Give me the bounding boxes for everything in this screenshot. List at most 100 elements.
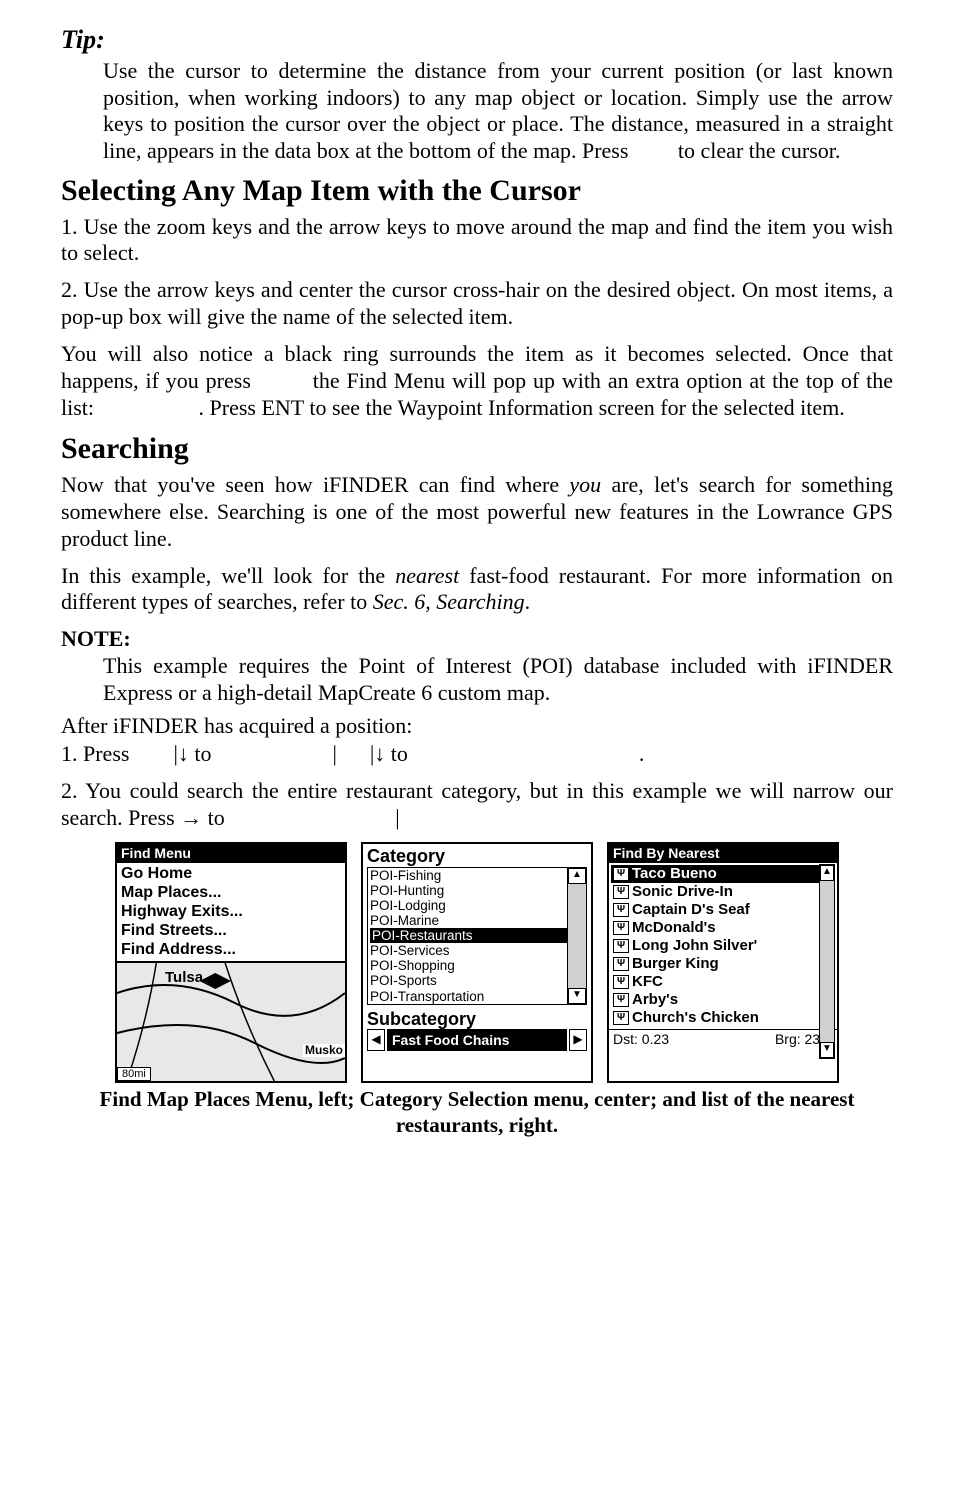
result-sonic[interactable]: Ψ Sonic Drive-In bbox=[611, 883, 835, 901]
result-arbys[interactable]: Ψ Arby's bbox=[611, 991, 835, 1009]
subcat-prev-icon[interactable]: ◀ bbox=[367, 1029, 385, 1051]
steps-line1: 1. Press |↓ to | |↓ to . bbox=[61, 741, 893, 768]
result-label: Long John Silver' bbox=[632, 937, 757, 955]
results-title: Find By Nearest bbox=[609, 844, 837, 863]
note-body: This example requires the Point of Inter… bbox=[103, 653, 893, 707]
map-scale: 80mi bbox=[117, 1067, 151, 1082]
result-mcdonalds[interactable]: Ψ McDonald's bbox=[611, 919, 835, 937]
results-scrollbar[interactable]: ▲ ▼ bbox=[819, 864, 835, 1059]
result-label: McDonald's bbox=[632, 919, 716, 937]
map-label-musko: Musko bbox=[303, 1044, 345, 1058]
restaurant-icon: Ψ bbox=[613, 993, 629, 1007]
result-long-john[interactable]: Ψ Long John Silver' bbox=[611, 937, 835, 955]
screen-category: Category POI-Fishing POI-Hunting POI-Lod… bbox=[361, 842, 593, 1083]
subcategory-heading: Subcategory bbox=[363, 1007, 591, 1030]
scroll-up-icon[interactable]: ▲ bbox=[820, 865, 834, 881]
s1-period: . bbox=[639, 741, 645, 766]
map-label-tulsa: Tulsa bbox=[165, 969, 203, 986]
section2-p2-ref: Sec. 6, Searching bbox=[373, 589, 525, 614]
section1-p2: 2. Use the arrow keys and center the cur… bbox=[61, 277, 893, 331]
s1-to1: to bbox=[189, 741, 212, 766]
restaurant-icon: Ψ bbox=[613, 1011, 629, 1025]
restaurant-icon: Ψ bbox=[613, 921, 629, 935]
figure-caption: Find Map Places Menu, left; Category Sel… bbox=[77, 1087, 877, 1138]
right-arrow-icon: → bbox=[180, 805, 202, 830]
result-label: Captain D's Seaf bbox=[632, 901, 750, 919]
section1-p1: 1. Use the zoom keys and the arrow keys … bbox=[61, 214, 893, 268]
cat-item-hunting[interactable]: POI-Hunting bbox=[370, 883, 584, 898]
menu-item-go-home[interactable]: Go Home bbox=[121, 865, 341, 884]
scroll-down-icon[interactable]: ▼ bbox=[820, 1042, 834, 1058]
down-arrow-icon: ↓ bbox=[178, 741, 189, 766]
cat-item-lodging[interactable]: POI-Lodging bbox=[370, 898, 584, 913]
menu-item-find-streets[interactable]: Find Streets... bbox=[121, 922, 341, 941]
restaurant-icon: Ψ bbox=[613, 903, 629, 917]
status-distance: Dst: 0.23 bbox=[613, 1031, 669, 1047]
steps-intro: After iFINDER has acquired a position: bbox=[61, 713, 893, 740]
s1-to2: to bbox=[385, 741, 408, 766]
result-label: Sonic Drive-In bbox=[632, 883, 733, 901]
subcat-next-icon[interactable]: ▶ bbox=[569, 1029, 587, 1051]
map-preview: Tulsa Musko 80mi bbox=[117, 961, 345, 1081]
find-menu-title: Find Menu bbox=[117, 844, 345, 863]
section2-p1: Now that you've seen how iFINDER can fin… bbox=[61, 472, 893, 552]
cat-item-services[interactable]: POI-Services bbox=[370, 943, 584, 958]
section2-p1-you: you bbox=[569, 472, 601, 497]
result-taco-bueno[interactable]: Ψ Taco Bueno bbox=[611, 865, 835, 883]
category-listbox[interactable]: POI-Fishing POI-Hunting POI-Lodging POI-… bbox=[367, 867, 587, 1005]
result-label: Burger King bbox=[632, 955, 719, 973]
find-menu-list: Go Home Map Places... Highway Exits... F… bbox=[117, 863, 345, 961]
restaurant-icon: Ψ bbox=[613, 975, 629, 989]
section2-p2: In this example, we'll look for the near… bbox=[61, 563, 893, 617]
restaurant-icon: Ψ bbox=[613, 939, 629, 953]
s2-to: to bbox=[202, 805, 225, 830]
result-kfc[interactable]: Ψ KFC bbox=[611, 973, 835, 991]
result-churchs[interactable]: Ψ Church's Chicken bbox=[611, 1009, 835, 1027]
cat-item-sports[interactable]: POI-Sports bbox=[370, 973, 584, 988]
restaurant-icon: Ψ bbox=[613, 957, 629, 971]
results-list: Ψ Taco Bueno Ψ Sonic Drive-In Ψ Captain … bbox=[609, 863, 837, 1029]
tip-heading: Tip: bbox=[61, 24, 917, 56]
section2-p2-c: . bbox=[525, 589, 531, 614]
cat-item-transportation[interactable]: POI-Transportation bbox=[370, 989, 584, 1004]
restaurant-icon: Ψ bbox=[613, 867, 629, 881]
subcategory-row: ◀ Fast Food Chains ▶ bbox=[367, 1029, 587, 1051]
scroll-down-icon[interactable]: ▼ bbox=[568, 988, 586, 1004]
s2-pipe: | bbox=[395, 805, 399, 830]
cat-item-fishing[interactable]: POI-Fishing bbox=[370, 868, 584, 883]
map-roads-icon bbox=[117, 963, 345, 1081]
cat-item-restaurants-label: POI-Restaurants bbox=[370, 928, 568, 943]
section2-p2-a: In this example, we'll look for the bbox=[61, 563, 395, 588]
section1-p3: You will also notice a black ring surrou… bbox=[61, 341, 893, 421]
cat-item-marine[interactable]: POI-Marine bbox=[370, 913, 584, 928]
result-burger-king[interactable]: Ψ Burger King bbox=[611, 955, 835, 973]
down-arrow-icon-2: ↓ bbox=[374, 741, 385, 766]
tip-body: Use the cursor to determine the distance… bbox=[103, 58, 893, 165]
note-heading: NOTE: bbox=[61, 626, 917, 653]
section2-heading: Searching bbox=[61, 431, 917, 468]
s1-pipe2: | bbox=[332, 741, 336, 766]
result-label: Church's Chicken bbox=[632, 1009, 759, 1027]
result-captain-d[interactable]: Ψ Captain D's Seaf bbox=[611, 901, 835, 919]
s1-press: 1. Press bbox=[61, 741, 129, 766]
menu-item-highway-exits[interactable]: Highway Exits... bbox=[121, 903, 341, 922]
result-label: Taco Bueno bbox=[632, 865, 717, 883]
scroll-up-icon[interactable]: ▲ bbox=[568, 868, 586, 884]
result-label: Arby's bbox=[632, 991, 678, 1009]
screen-find-menu: Find Menu Go Home Map Places... Highway … bbox=[115, 842, 347, 1083]
result-label: KFC bbox=[632, 973, 663, 991]
category-scrollbar[interactable]: ▲ ▼ bbox=[567, 868, 586, 1004]
cat-item-restaurants[interactable]: POI-Restaurants bbox=[370, 928, 584, 943]
menu-item-map-places[interactable]: Map Places... bbox=[121, 884, 341, 903]
section2-p2-nearest: nearest bbox=[395, 563, 459, 588]
screenshots-row: Find Menu Go Home Map Places... Highway … bbox=[37, 842, 917, 1083]
subcat-value[interactable]: Fast Food Chains bbox=[387, 1029, 567, 1051]
section2-p1-a: Now that you've seen how iFINDER can fin… bbox=[61, 472, 569, 497]
section1-heading: Selecting Any Map Item with the Cursor bbox=[61, 173, 917, 210]
cat-item-public-lands[interactable]: Public Lands bbox=[370, 1004, 584, 1005]
category-heading: Category bbox=[363, 844, 591, 867]
menu-item-find-address[interactable]: Find Address... bbox=[121, 941, 341, 960]
cat-item-shopping[interactable]: POI-Shopping bbox=[370, 958, 584, 973]
restaurant-icon: Ψ bbox=[613, 885, 629, 899]
results-status: Dst: 0.23 Brg: 231º bbox=[609, 1029, 837, 1048]
